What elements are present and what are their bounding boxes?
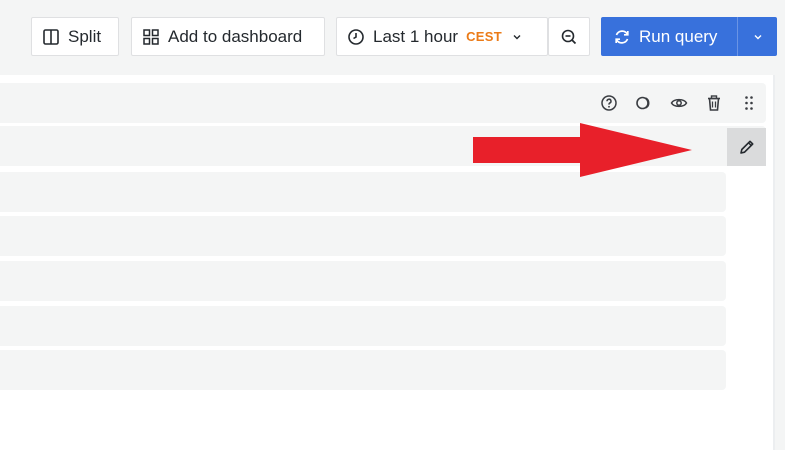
query-row: [0, 350, 726, 390]
run-query-label: Run query: [639, 26, 718, 46]
dashboard-grid-icon: [143, 28, 159, 45]
red-arrow-annotation: [473, 123, 692, 177]
query-row: [0, 261, 726, 301]
toolbar: Split Add to dashboard Last 1 hour CEST: [0, 0, 785, 75]
duplicate-query-button[interactable]: [633, 92, 655, 114]
split-button[interactable]: Split: [31, 17, 119, 56]
edit-query-button[interactable]: [727, 128, 766, 166]
help-button[interactable]: [598, 92, 620, 114]
chevron-down-icon: [512, 32, 522, 42]
run-query-options-button[interactable]: [737, 17, 777, 56]
query-row: [0, 216, 726, 256]
chevron-down-icon: [754, 34, 761, 39]
add-to-dashboard-label: Add to dashboard: [168, 26, 303, 46]
time-range-picker[interactable]: Last 1 hour CEST: [336, 17, 548, 56]
add-to-dashboard-button[interactable]: Add to dashboard: [131, 17, 325, 56]
refresh-icon: [615, 29, 629, 44]
split-label: Split: [68, 26, 102, 46]
toggle-visibility-button[interactable]: [668, 92, 690, 114]
clock-icon: [348, 28, 364, 45]
query-row: [0, 306, 726, 346]
split-icon: [43, 28, 59, 45]
time-range-label: Last 1 hour: [373, 26, 459, 46]
duplicate-icon: [636, 96, 650, 110]
remove-query-button[interactable]: [703, 92, 725, 114]
help-icon: [601, 95, 617, 111]
timezone-badge: CEST: [466, 29, 502, 44]
query-row-actions: [598, 92, 773, 114]
run-query-button-group: Run query: [601, 17, 777, 56]
drag-handle-icon: [745, 96, 753, 110]
trash-icon: [708, 95, 720, 111]
zoom-out-button[interactable]: [548, 17, 590, 56]
zoom-out-icon: [561, 29, 577, 44]
drag-handle[interactable]: [738, 92, 760, 114]
run-query-button[interactable]: Run query: [601, 17, 737, 56]
eye-icon: [670, 98, 688, 108]
pencil-icon: [739, 140, 753, 154]
panel-scroll-edge: [773, 75, 775, 450]
explore-view: Split Add to dashboard Last 1 hour CEST: [0, 0, 785, 450]
